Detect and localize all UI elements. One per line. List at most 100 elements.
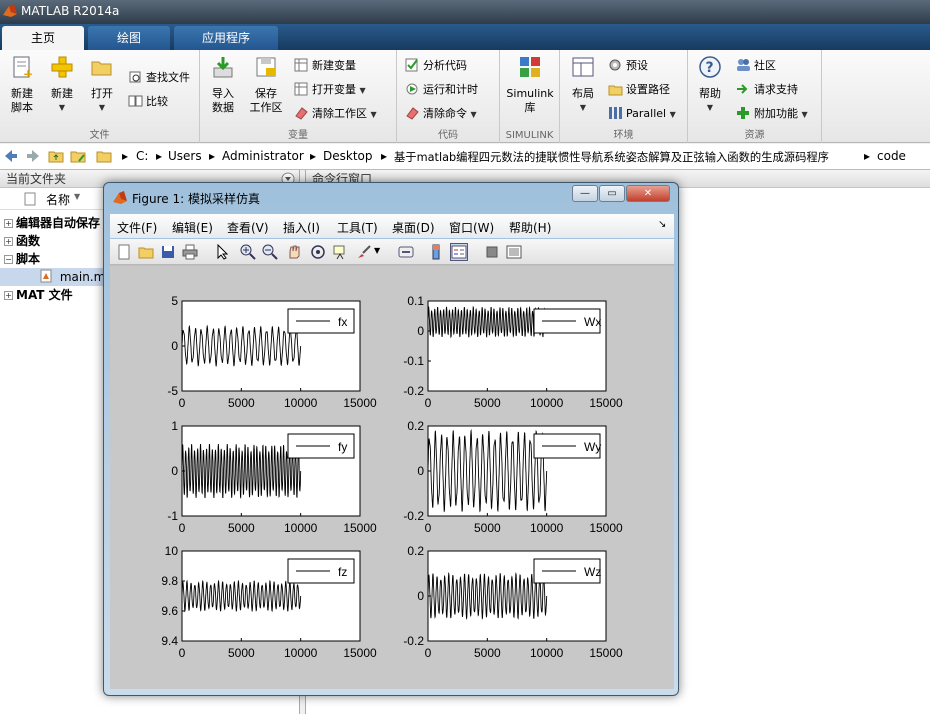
menu-desktop[interactable]: 桌面(D) <box>392 219 435 236</box>
group-file-label: 文件 <box>89 130 110 141</box>
open-dropdown-icon[interactable]: ▼ <box>84 101 120 115</box>
tab-apps[interactable]: 应用程序 <box>174 26 278 50</box>
simulink-library-button[interactable]: Simulink 库 <box>502 54 558 115</box>
menu-tools[interactable]: 工具(T) <box>337 219 378 236</box>
y-tick-label: 0 <box>417 324 424 338</box>
open-button[interactable]: 打开 ▼ <box>84 54 120 115</box>
request-support-button[interactable]: 请求支持 <box>736 80 798 100</box>
help-dropdown-icon[interactable]: ▼ <box>692 101 728 115</box>
tree-item-scripts[interactable]: − 脚本 <box>0 250 40 268</box>
save-icon[interactable] <box>160 244 176 260</box>
expand-icon[interactable]: + <box>4 237 13 246</box>
clear-commands-dropdown-icon[interactable]: ▼ <box>471 110 477 119</box>
x-tick-label: 0 <box>425 396 432 410</box>
rotate-3d-icon[interactable] <box>310 244 326 260</box>
analyze-code-button[interactable]: 分析代码 <box>405 56 467 76</box>
y-tick-label: 0.1 <box>407 294 424 308</box>
close-button[interactable]: ✕ <box>626 185 670 202</box>
legend-label: fx <box>338 315 347 329</box>
minimize-button[interactable]: — <box>572 185 598 202</box>
clear-commands-label: 清除命令 <box>423 107 467 120</box>
group-variable: 导入 数据 保存 工作区 新建变量 打开变量 ▼ 清除工作区 ▼ 变量 <box>200 50 397 143</box>
open-variable-button[interactable]: 打开变量 ▼ <box>294 80 366 100</box>
menu-file[interactable]: 文件(F) <box>117 219 157 236</box>
menu-help[interactable]: 帮助(H) <box>509 219 551 236</box>
parallel-dropdown-icon[interactable]: ▼ <box>670 110 676 119</box>
tree-item-autosave[interactable]: + 编辑器自动保存 <box>0 214 100 232</box>
addons-dropdown-icon[interactable]: ▼ <box>802 110 808 119</box>
addons-button[interactable]: 附加功能 ▼ <box>736 104 808 124</box>
path-segment-code[interactable]: code <box>877 149 906 163</box>
parallel-button[interactable]: Parallel ▼ <box>608 104 676 124</box>
new-button[interactable]: 新建 ▼ <box>44 54 80 115</box>
path-segment-drive[interactable]: C: <box>136 149 148 163</box>
pan-hand-icon[interactable] <box>286 244 302 260</box>
hide-plot-tools-icon[interactable] <box>484 244 500 260</box>
find-files-button[interactable]: 查找文件 <box>128 68 190 88</box>
preferences-button[interactable]: 预设 <box>608 56 648 76</box>
pointer-icon[interactable] <box>214 244 230 260</box>
menu-view[interactable]: 查看(V) <box>227 219 269 236</box>
run-and-time-button[interactable]: 运行和计时 <box>405 80 478 100</box>
community-button[interactable]: 社区 <box>736 56 776 76</box>
brush-icon[interactable] <box>356 244 372 260</box>
y-tick-label: 0 <box>171 464 178 478</box>
help-button[interactable]: ? 帮助 ▼ <box>692 54 728 115</box>
link-plot-icon[interactable] <box>398 244 414 260</box>
tree-item-main-m[interactable]: main.m <box>0 268 105 286</box>
compare-button[interactable]: 比较 <box>128 92 168 112</box>
path-segment-desktop[interactable]: Desktop <box>323 149 373 163</box>
up-folder-icon[interactable] <box>48 148 64 164</box>
menu-window[interactable]: 窗口(W) <box>449 219 494 236</box>
open-variable-dropdown-icon[interactable]: ▼ <box>360 86 366 95</box>
set-path-button[interactable]: 设置路径 <box>608 80 670 100</box>
clear-commands-button[interactable]: 清除命令 ▼ <box>405 104 477 124</box>
y-tick-label: -1 <box>167 509 178 523</box>
brush-dropdown-icon[interactable]: ▼ <box>374 246 380 255</box>
show-plot-tools-icon[interactable] <box>506 244 522 260</box>
expand-icon[interactable]: + <box>4 219 13 228</box>
figure-canvas[interactable]: 0 5000 10000 15000 5 0 -5 fx 0 5000 10000 15000 0.1 0… <box>110 266 674 689</box>
new-variable-button[interactable]: 新建变量 <box>294 56 356 76</box>
back-arrow-icon[interactable] <box>3 148 19 164</box>
import-data-button[interactable]: 导入 数据 <box>204 54 242 115</box>
svg-text:+: + <box>23 67 33 80</box>
new-dropdown-icon[interactable]: ▼ <box>44 101 80 115</box>
sort-arrow-icon[interactable]: ▼ <box>74 192 80 201</box>
zoom-in-icon[interactable] <box>240 244 256 260</box>
clear-workspace-dropdown-icon[interactable]: ▼ <box>371 110 377 119</box>
y-tick-label: -5 <box>167 384 178 398</box>
tab-plots[interactable]: 绘图 <box>88 26 170 50</box>
tree-item-mat-files[interactable]: + MAT 文件 <box>0 286 73 304</box>
open-file-icon[interactable] <box>138 244 154 260</box>
legend-label: Wy <box>584 440 601 454</box>
menu-dock-arrow-icon[interactable]: ↘ <box>658 219 666 230</box>
forward-arrow-icon[interactable] <box>25 148 41 164</box>
path-segment-users[interactable]: Users <box>168 149 202 163</box>
tab-home[interactable]: 主页 <box>2 26 84 50</box>
expand-icon[interactable]: + <box>4 291 13 300</box>
new-script-button[interactable]: + 新建 脚本 <box>4 54 40 115</box>
x-tick-label: 0 <box>425 521 432 535</box>
layout-dropdown-icon[interactable]: ▼ <box>564 101 602 115</box>
tree-item-functions[interactable]: + 函数 <box>0 232 40 250</box>
x-tick-label: 15000 <box>589 521 623 535</box>
print-icon[interactable] <box>182 244 198 260</box>
subplot-wy: 0 5000 10000 150000.20-0.2Wy <box>403 419 623 535</box>
save-workspace-button[interactable]: 保存 工作区 <box>244 54 288 115</box>
clear-workspace-button[interactable]: 清除工作区 ▼ <box>294 104 377 124</box>
collapse-icon[interactable]: − <box>4 255 13 264</box>
zoom-out-icon[interactable] <box>262 244 278 260</box>
layout-button[interactable]: 布局 ▼ <box>564 54 602 115</box>
path-segment-administrator[interactable]: Administrator <box>222 149 304 163</box>
browse-folder-icon[interactable] <box>70 148 86 164</box>
restore-button[interactable]: ▭ <box>599 185 625 202</box>
legend-icon[interactable] <box>450 243 468 261</box>
path-separator: ▸ <box>864 149 871 163</box>
menu-edit[interactable]: 编辑(E) <box>172 219 213 236</box>
new-figure-icon[interactable] <box>116 244 132 260</box>
data-cursor-icon[interactable] <box>332 244 348 260</box>
colorbar-icon[interactable] <box>428 244 444 260</box>
path-segment-project-folder[interactable]: 基于matlab编程四元数法的捷联惯性导航系统姿态解算及正弦输入函数的生成源码程… <box>394 149 829 165</box>
menu-insert[interactable]: 插入(I) <box>283 219 320 236</box>
